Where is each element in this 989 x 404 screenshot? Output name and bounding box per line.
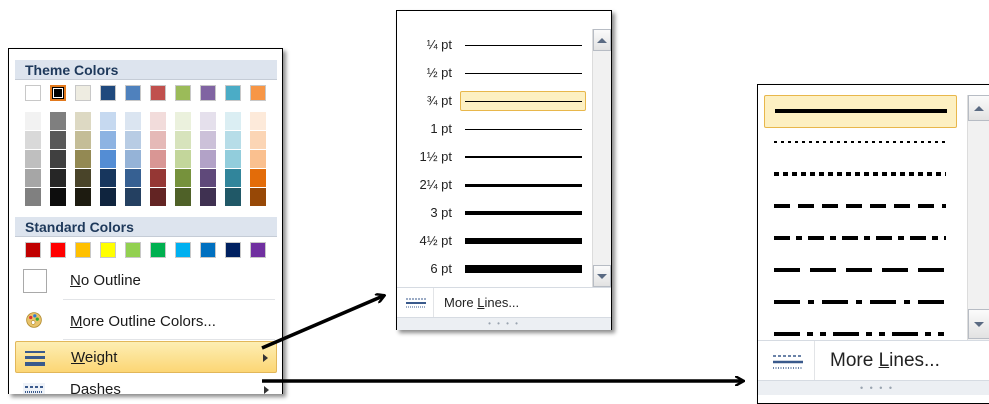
weight-callout-arrow bbox=[261, 296, 383, 350]
callout-arrows bbox=[261, 0, 989, 394]
